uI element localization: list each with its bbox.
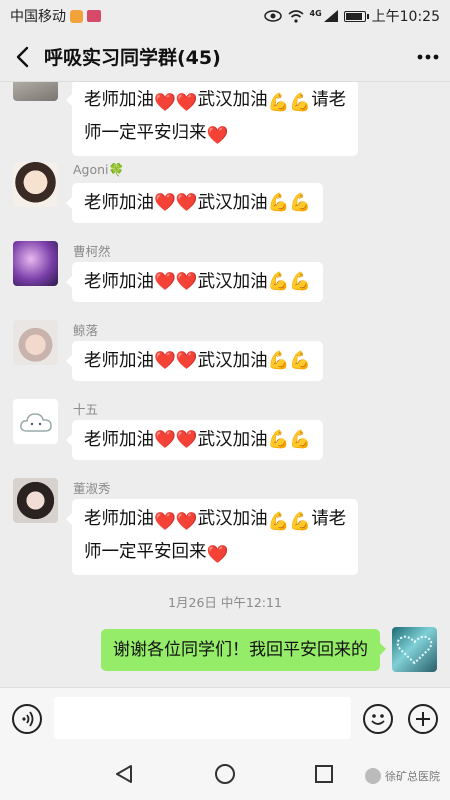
heart-icon: ❤️ [154, 512, 176, 532]
more-functions-button[interactable] [408, 704, 438, 734]
watermark: 徐矿总医院 [365, 768, 440, 784]
sender-name: 十五 [73, 402, 99, 417]
voice-button[interactable] [12, 704, 42, 734]
eye-icon [263, 10, 282, 22]
chat-timestamp: 1月26日 中午12:11 [168, 595, 282, 610]
avatar[interactable] [13, 162, 58, 207]
plus-icon [416, 712, 430, 726]
sender-name: 董淑秀 [73, 481, 111, 496]
sim-icon [70, 9, 83, 23]
message-bubble[interactable]: 老师加油❤️❤️武汉加油💪💪 [65, 183, 324, 223]
chevron-left-icon [16, 46, 29, 67]
watermark-text: 徐矿总医院 [385, 770, 440, 783]
status-bar: 中国移动 4G 上午10:25 [0, 0, 450, 32]
heart-icon: ❤️ [206, 545, 229, 565]
system-nav-bar: 徐矿总医院 [0, 745, 450, 800]
chat-header: 呼吸实习同学群(45) [0, 32, 450, 82]
heart-icon: ❤️ [175, 93, 198, 113]
message-bubble-self[interactable]: 谢谢各位同学们！我回平安回来的 [101, 629, 386, 671]
message-input[interactable] [54, 697, 351, 739]
heart-icon: ❤️ [206, 126, 229, 146]
avatar[interactable] [13, 478, 58, 523]
message-text: 老师加油❤️❤️武汉加油💪💪请老 师一定平安回来❤️ [84, 509, 346, 565]
more-dots-icon [417, 54, 439, 59]
emoji-icon [371, 714, 385, 725]
message-text: 谢谢各位同学们！我回平安回来的 [113, 640, 368, 660]
emoji-button[interactable] [363, 704, 393, 734]
sender-name: Agoni🍀 [73, 162, 125, 177]
back-triangle-icon[interactable] [113, 763, 135, 785]
back-button[interactable] [0, 32, 44, 82]
message-text: 老师加油❤️❤️武汉加油💪💪 [84, 193, 312, 213]
message-text: 老师加油❤️❤️武汉加油💪💪 [84, 351, 312, 371]
sender-name: 鲸落 [73, 323, 99, 338]
battery-icon [343, 10, 369, 22]
avatar[interactable] [13, 241, 58, 286]
avatar[interactable] [13, 399, 58, 444]
more-button[interactable] [406, 32, 450, 82]
heart-icon: ❤️ [154, 93, 176, 113]
flexed-biceps-icon: 💪 [289, 512, 312, 532]
heart-icon: ❤️ [175, 512, 198, 532]
carrier-label: 中国移动 [10, 9, 66, 25]
chat-title: 呼吸实习同学群(45) [44, 47, 221, 69]
avatar[interactable] [13, 320, 58, 365]
home-circle-icon[interactable] [214, 763, 236, 785]
network-type-label: 4G [309, 8, 322, 18]
signal-icon [323, 10, 338, 22]
wechat-logo-icon [365, 768, 381, 784]
cloud-icon [19, 412, 52, 432]
message-text: 老师加油❤️❤️武汉加油💪💪 [84, 272, 312, 292]
message-bubble[interactable]: 老师加油❤️❤️武汉加油💪💪 [65, 341, 324, 381]
message-text: 老师加油❤️❤️武汉加油💪💪 [84, 430, 312, 450]
message-bubble[interactable]: 老师加油❤️❤️武汉加油💪💪请老 师一定平安归来❤️ [65, 82, 359, 156]
avatar[interactable] [13, 82, 58, 101]
message-bubble[interactable]: 老师加油❤️❤️武汉加油💪💪请老 师一定平安回来❤️ [65, 499, 359, 575]
message-bubble[interactable]: 老师加油❤️❤️武汉加油💪💪 [65, 262, 324, 302]
message-text: 老师加油❤️❤️武汉加油💪💪请老 师一定平安归来❤️ [84, 90, 346, 146]
heart-shape-icon [396, 635, 433, 665]
flexed-biceps-icon: 💪 [289, 93, 312, 113]
message-bubble[interactable]: 老师加油❤️❤️武汉加油💪💪 [65, 420, 324, 460]
clock: 上午10:25 [371, 9, 440, 25]
input-bar [0, 687, 450, 745]
sender-name: 曹柯然 [73, 244, 111, 259]
voice-icon [22, 711, 34, 727]
wifi-icon [287, 9, 304, 23]
app-notification-icon [87, 10, 101, 22]
chat-area[interactable]: 老师加油❤️❤️武汉加油💪💪请老 师一定平安归来❤️ Agoni🍀 老师加油❤️❤… [0, 82, 450, 687]
flexed-biceps-icon: 💪 [267, 93, 290, 113]
flexed-biceps-icon: 💪 [267, 512, 290, 532]
self-avatar[interactable] [392, 627, 437, 672]
recent-apps-icon[interactable] [314, 764, 334, 784]
